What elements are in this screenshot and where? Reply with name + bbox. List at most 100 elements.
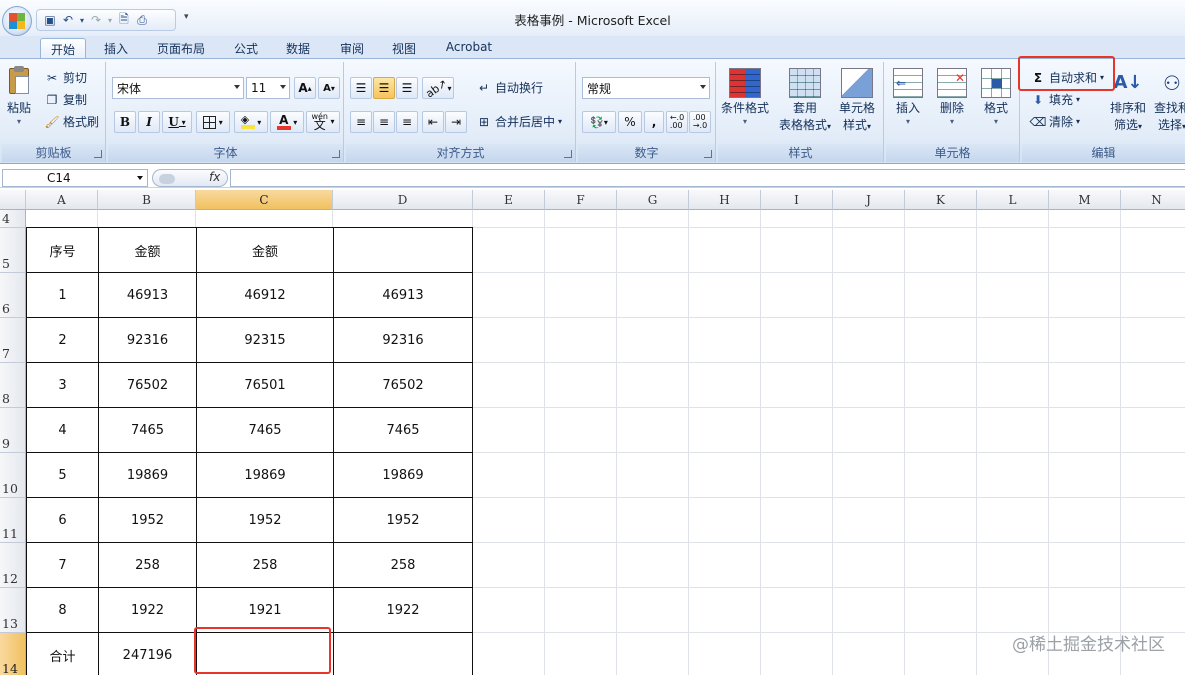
accounting-format-button[interactable]: 💱 ▾ bbox=[582, 111, 616, 133]
row-header[interactable]: 12 bbox=[0, 543, 26, 588]
table-cell[interactable]: 4 bbox=[27, 408, 99, 453]
row-header[interactable]: 5 bbox=[0, 228, 26, 273]
table-header-cell[interactable] bbox=[334, 228, 473, 273]
column-header[interactable]: L bbox=[977, 190, 1049, 210]
phonetic-button[interactable]: wén 文 ▾ bbox=[306, 111, 340, 133]
copy-button[interactable]: ❐ 复制 bbox=[44, 91, 87, 108]
shrink-font-button[interactable]: A ▾ bbox=[318, 77, 340, 99]
increase-indent-button[interactable]: ⇥ bbox=[445, 111, 467, 133]
number-launcher-icon[interactable] bbox=[704, 150, 712, 158]
table-cell[interactable]: 19869 bbox=[99, 453, 197, 498]
table-cell[interactable]: 1 bbox=[27, 273, 99, 318]
table-cell[interactable] bbox=[334, 633, 473, 675]
format-painter-button[interactable]: 🖌 格式刷 bbox=[44, 113, 99, 130]
bold-button[interactable]: B bbox=[114, 111, 136, 133]
row-header[interactable]: 8 bbox=[0, 363, 26, 408]
clear-button[interactable]: ⌫ 清除 ▾ bbox=[1030, 113, 1081, 130]
percent-button[interactable]: % bbox=[618, 111, 642, 133]
merge-center-button[interactable]: ⊞ 合并后居中 ▾ bbox=[476, 113, 562, 130]
table-cell[interactable]: 7465 bbox=[197, 408, 334, 453]
align-middle-button[interactable]: ☰ bbox=[373, 77, 395, 99]
row-header[interactable]: 10 bbox=[0, 453, 26, 498]
table-cell[interactable]: 92316 bbox=[99, 318, 197, 363]
table-cell[interactable]: 5 bbox=[27, 453, 99, 498]
table-cell[interactable]: 1952 bbox=[197, 498, 334, 543]
grow-font-button[interactable]: A ▴ bbox=[294, 77, 316, 99]
delete-cells-button[interactable]: ✕ 删除 ▾ bbox=[930, 68, 974, 127]
table-cell[interactable]: 19869 bbox=[334, 453, 473, 498]
column-header[interactable]: G bbox=[617, 190, 689, 210]
table-cell[interactable]: 2 bbox=[27, 318, 99, 363]
select-all-corner[interactable] bbox=[0, 190, 26, 210]
name-box[interactable]: C14 bbox=[2, 169, 148, 187]
table-cell[interactable]: 8 bbox=[27, 588, 99, 633]
row-header[interactable]: 7 bbox=[0, 318, 26, 363]
decrease-decimal-button[interactable]: .00 →.0 bbox=[689, 111, 711, 133]
find-select-button[interactable]: ⚇ 查找和 选择▾ bbox=[1150, 68, 1185, 135]
alignment-launcher-icon[interactable] bbox=[564, 150, 572, 158]
row-header[interactable]: 4 bbox=[0, 210, 26, 228]
column-header[interactable]: C bbox=[196, 190, 333, 210]
table-cell[interactable]: 46913 bbox=[99, 273, 197, 318]
table-header-cell[interactable]: 金额 bbox=[197, 228, 334, 273]
table-header-cell[interactable]: 金额 bbox=[99, 228, 197, 273]
comma-button[interactable]: , bbox=[644, 111, 664, 133]
table-cell[interactable]: 7 bbox=[27, 543, 99, 588]
font-launcher-icon[interactable] bbox=[332, 150, 340, 158]
table-cell[interactable]: 3 bbox=[27, 363, 99, 408]
insert-cells-button[interactable]: ⇐ 插入 ▾ bbox=[886, 68, 930, 127]
table-cell[interactable]: 6 bbox=[27, 498, 99, 543]
table-cell[interactable]: 46913 bbox=[334, 273, 473, 318]
table-header-cell[interactable]: 序号 bbox=[27, 228, 99, 273]
table-cell[interactable]: 258 bbox=[334, 543, 473, 588]
font-color-button[interactable]: A ▾ bbox=[270, 111, 304, 133]
formula-input[interactable] bbox=[230, 169, 1185, 187]
row-header[interactable]: 6 bbox=[0, 273, 26, 318]
align-right-button[interactable]: ≡ bbox=[396, 111, 418, 133]
paste-button[interactable]: 粘贴 ▾ bbox=[2, 66, 36, 127]
tab-home[interactable]: 开始 bbox=[40, 38, 86, 58]
row-header[interactable]: 11 bbox=[0, 498, 26, 543]
tab-formulas[interactable]: 公式 bbox=[224, 38, 268, 58]
table-cell[interactable]: 76502 bbox=[99, 363, 197, 408]
table-cell[interactable]: 7465 bbox=[99, 408, 197, 453]
column-header[interactable]: E bbox=[473, 190, 545, 210]
column-header[interactable]: F bbox=[545, 190, 617, 210]
table-cell[interactable]: 1952 bbox=[99, 498, 197, 543]
total-value-cell[interactable]: 247196 bbox=[99, 633, 197, 675]
clipboard-launcher-icon[interactable] bbox=[94, 150, 102, 158]
column-header[interactable]: I bbox=[761, 190, 833, 210]
table-cell[interactable]: 92316 bbox=[334, 318, 473, 363]
fill-button[interactable]: ⬇ 填充 ▾ bbox=[1030, 91, 1080, 108]
italic-button[interactable]: I bbox=[138, 111, 160, 133]
tab-view[interactable]: 视图 bbox=[382, 38, 426, 58]
table-cell[interactable]: 19869 bbox=[197, 453, 334, 498]
total-label-cell[interactable]: 合计 bbox=[27, 633, 99, 675]
table-cell[interactable]: 1922 bbox=[334, 588, 473, 633]
align-top-button[interactable]: ☰ bbox=[350, 77, 372, 99]
tab-data[interactable]: 数据 bbox=[276, 38, 320, 58]
column-header[interactable]: B bbox=[98, 190, 196, 210]
column-header[interactable]: A bbox=[26, 190, 98, 210]
row-header[interactable]: 14 bbox=[0, 633, 26, 675]
table-cell[interactable]: 76501 bbox=[197, 363, 334, 408]
row-header[interactable]: 13 bbox=[0, 588, 26, 633]
column-header[interactable]: D bbox=[333, 190, 473, 210]
column-header[interactable]: J bbox=[833, 190, 905, 210]
borders-button[interactable]: ▾ bbox=[196, 111, 230, 133]
font-name-combo[interactable]: 宋体 bbox=[112, 77, 244, 99]
table-cell[interactable]: 1922 bbox=[99, 588, 197, 633]
table-cell[interactable]: 92315 bbox=[197, 318, 334, 363]
table-cell[interactable]: 1952 bbox=[334, 498, 473, 543]
table-cell[interactable]: 76502 bbox=[334, 363, 473, 408]
wrap-text-button[interactable]: ↵ 自动换行 bbox=[476, 79, 543, 96]
table-cell[interactable]: 7465 bbox=[334, 408, 473, 453]
tab-insert[interactable]: 插入 bbox=[94, 38, 138, 58]
tab-review[interactable]: 审阅 bbox=[330, 38, 374, 58]
table-cell[interactable]: 258 bbox=[99, 543, 197, 588]
increase-decimal-button[interactable]: ←.0 .00 bbox=[666, 111, 688, 133]
number-format-combo[interactable]: 常规 bbox=[582, 77, 710, 99]
tab-acrobat[interactable]: Acrobat bbox=[438, 38, 500, 58]
conditional-format-button[interactable]: 条件格式 ▾ bbox=[720, 68, 770, 127]
row-header[interactable]: 9 bbox=[0, 408, 26, 453]
